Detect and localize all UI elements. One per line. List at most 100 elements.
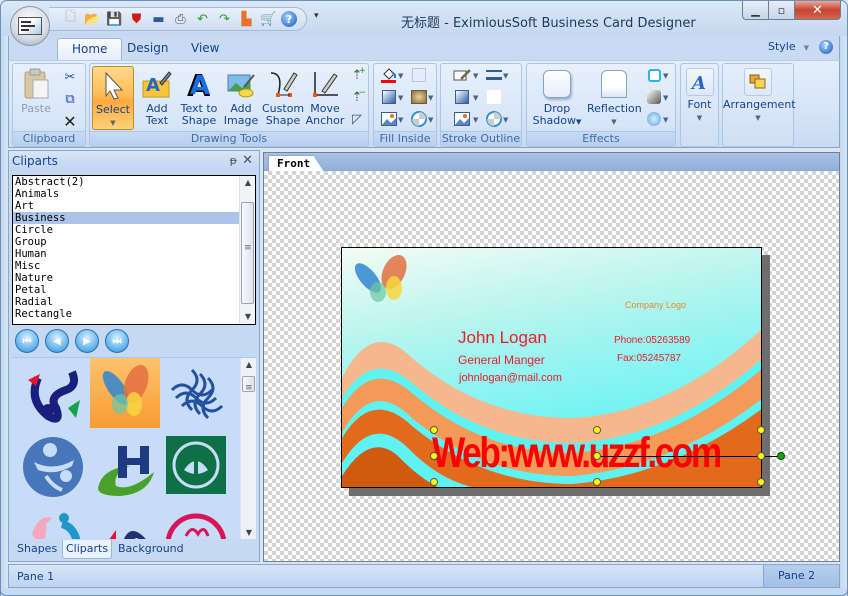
category-item[interactable]: Radial — [13, 296, 240, 308]
select-tool-button[interactable]: Select ▼ — [92, 66, 134, 130]
stroke-opacity-button[interactable] — [485, 110, 503, 128]
category-item[interactable]: Human — [13, 248, 240, 260]
category-item[interactable]: Petal — [13, 284, 240, 296]
close-pane-icon[interactable]: ✕ — [242, 151, 253, 171]
tab-design[interactable]: Design — [113, 38, 182, 60]
gradient-stroke-button[interactable] — [453, 88, 471, 106]
card-job-title-text[interactable]: General Manger — [458, 353, 545, 367]
arrangement-button[interactable]: Arrangement ▼ — [723, 66, 796, 146]
design-canvas[interactable]: Company Logo John Logan General Manger j… — [264, 171, 839, 561]
clipart-waves-knot[interactable] — [162, 360, 232, 430]
tab-view[interactable]: View — [177, 38, 233, 60]
remove-anchor-button[interactable]: ⇡ − — [348, 88, 366, 106]
minimize-button[interactable]: ▁ — [742, 1, 769, 20]
add-image-button[interactable]: Add Image — [220, 66, 262, 130]
print-icon[interactable]: ⎙ — [171, 10, 190, 28]
category-scrollbar[interactable]: ▲ ▼ — [239, 176, 255, 324]
clipart-circle-figure[interactable] — [18, 432, 88, 502]
export-pdf-icon[interactable]: ⛊ — [127, 10, 146, 28]
texture-fill-button[interactable] — [410, 88, 428, 106]
close-button[interactable]: ✕ — [795, 1, 841, 20]
redo-icon[interactable]: ↷ — [215, 10, 234, 28]
tab-cliparts[interactable]: Cliparts — [62, 540, 113, 559]
clipart-green-emblem[interactable] — [162, 432, 232, 502]
card-name-text[interactable]: John Logan — [458, 328, 547, 348]
text-to-shape-button[interactable]: AA Text to Shape — [178, 66, 220, 130]
rotate-handle[interactable] — [777, 452, 785, 460]
resize-handle-sw[interactable] — [430, 478, 438, 486]
convert-anchor-button[interactable]: ◸ — [348, 110, 366, 128]
business-card[interactable]: Company Logo John Logan General Manger j… — [341, 247, 762, 488]
category-item[interactable]: Business — [13, 212, 240, 224]
clipart-people[interactable] — [18, 504, 88, 539]
style-dropdown[interactable]: Style ▼ — [768, 40, 809, 53]
pin-icon[interactable]: ᵽ — [230, 151, 237, 171]
category-item[interactable]: Animals — [13, 188, 240, 200]
font-button[interactable]: A Font ▼ — [681, 66, 718, 146]
scroll-up-arrow[interactable]: ▲ — [241, 358, 256, 372]
card-phone-text[interactable]: Phone:05263589 — [614, 335, 690, 346]
resize-handle-ne[interactable] — [757, 426, 765, 434]
resize-handle-e[interactable] — [757, 452, 765, 460]
stroke-color-button[interactable] — [453, 66, 471, 84]
cart-icon[interactable]: 🛒 — [259, 10, 278, 28]
scroll-thumb[interactable] — [242, 376, 255, 393]
center-handle[interactable] — [593, 452, 601, 460]
tab-front[interactable]: Front — [268, 155, 324, 172]
open-folder-icon[interactable]: 📂 — [83, 10, 102, 28]
clipart-h-swoosh[interactable] — [90, 432, 160, 502]
add-text-button[interactable]: A Add Text — [136, 66, 178, 130]
category-item[interactable]: Nature — [13, 272, 240, 284]
category-item[interactable]: Abstract(2) — [13, 176, 240, 188]
glow-effect-button[interactable] — [645, 66, 663, 84]
last-page-button[interactable]: ⏭ — [105, 329, 129, 353]
tab-shapes[interactable]: Shapes — [14, 540, 60, 559]
first-page-button[interactable]: ⏮ — [15, 329, 39, 353]
card-email-text[interactable]: johnlogan@mail.com — [459, 372, 562, 384]
maximize-button[interactable]: ▫ — [769, 1, 795, 20]
export-image-icon[interactable]: ▬ — [149, 10, 168, 28]
resize-handle-nw[interactable] — [430, 426, 438, 434]
no-fill-button[interactable] — [410, 66, 428, 84]
clipart-butterfly[interactable] — [90, 358, 160, 428]
delete-button[interactable]: ✕ — [61, 112, 79, 131]
add-anchor-button[interactable]: ⇡ + — [348, 66, 366, 84]
resize-handle-n[interactable] — [593, 426, 601, 434]
drop-shadow-button[interactable]: Drop Shadow▼ — [531, 66, 583, 130]
resize-handle-s[interactable] — [593, 478, 601, 486]
scroll-up-arrow[interactable]: ▲ — [240, 176, 256, 190]
category-item[interactable]: Circle — [13, 224, 240, 236]
tab-background[interactable]: Background — [115, 540, 187, 559]
resize-handle-w[interactable] — [430, 452, 438, 460]
clipart-arch[interactable] — [90, 504, 160, 539]
category-item[interactable]: Art — [13, 200, 240, 212]
scroll-down-arrow[interactable]: ▼ — [241, 526, 256, 539]
line-style-button[interactable] — [485, 66, 503, 84]
undo-icon[interactable]: ↶ — [193, 10, 212, 28]
clipart-red-circle[interactable] — [162, 504, 232, 539]
fill-color-button[interactable] — [380, 66, 398, 84]
category-item[interactable]: Group — [13, 236, 240, 248]
bevel-effect-button[interactable] — [645, 88, 663, 106]
move-anchor-button[interactable]: Move Anchor — [304, 66, 346, 130]
next-page-button[interactable]: ▶ — [75, 329, 99, 353]
soft-edge-effect-button[interactable] — [645, 110, 663, 128]
category-item[interactable]: Misc — [13, 260, 240, 272]
customize-qat-button[interactable]: ▾ — [314, 11, 319, 21]
card-web-text[interactable]: Web:www.uzzf.com — [432, 424, 722, 482]
resize-handle-se[interactable] — [757, 478, 765, 486]
gallery-scrollbar[interactable]: ▲ ▼ — [240, 358, 256, 539]
cut-button[interactable]: ✂ — [61, 68, 79, 86]
scroll-thumb[interactable] — [241, 202, 254, 304]
picture-fill-button[interactable] — [380, 110, 398, 128]
stroke-swatch-button[interactable] — [485, 88, 503, 106]
application-menu-button[interactable] — [10, 6, 50, 46]
copy-button[interactable]: ⧉ — [61, 90, 79, 108]
new-file-icon[interactable]: 🗋 — [61, 10, 80, 28]
clipart-abstract-swirl[interactable] — [18, 360, 88, 430]
custom-shape-button[interactable]: Custom Shape — [262, 66, 304, 130]
reflection-button[interactable]: Reflection ▼ — [587, 66, 642, 130]
paste-button[interactable]: Paste — [15, 66, 57, 130]
gradient-fill-button[interactable] — [380, 88, 398, 106]
save-icon[interactable]: 💾 — [105, 10, 124, 28]
